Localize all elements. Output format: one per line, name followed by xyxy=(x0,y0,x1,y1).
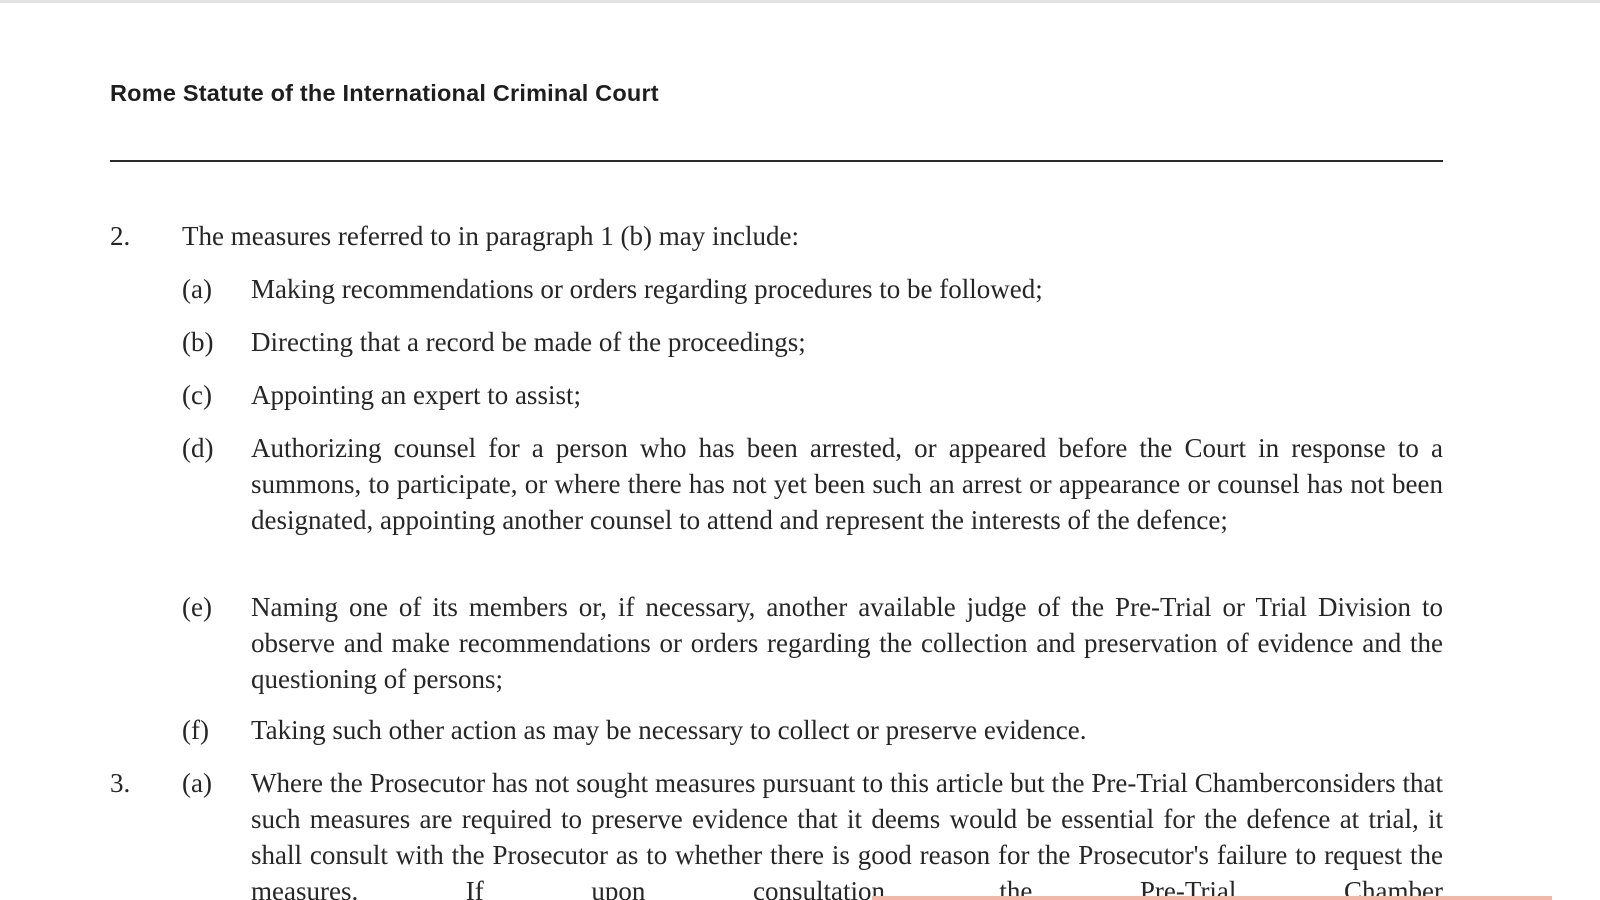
header-rule xyxy=(110,160,1443,162)
document-page: Rome Statute of the International Crimin… xyxy=(0,0,1600,900)
item-text: Where the Prosecutor has not sought meas… xyxy=(251,768,1443,900)
text-highlight xyxy=(872,896,1552,900)
paragraph-intro: The measures referred to in paragraph 1 … xyxy=(182,221,799,251)
item-text: Authorizing counsel for a person who has… xyxy=(251,433,1443,535)
running-header: Rome Statute of the International Crimin… xyxy=(110,80,659,106)
item-label: (c) xyxy=(182,380,212,410)
item-text: Directing that a record be made of the p… xyxy=(251,327,806,357)
item-text: Naming one of its members or, if necessa… xyxy=(251,592,1443,694)
item-label: (e) xyxy=(182,592,212,622)
item-label: (d) xyxy=(182,433,214,463)
item-text: Taking such other action as may be neces… xyxy=(251,715,1087,745)
item-text: Making recommendations or orders regardi… xyxy=(251,274,1043,304)
paragraph-number: 2. xyxy=(110,221,131,251)
item-label: (a) xyxy=(182,274,212,304)
item-label: (f) xyxy=(182,715,209,745)
item-text: Appointing an expert to assist; xyxy=(251,380,581,410)
paragraph-number: 3. xyxy=(110,768,131,798)
item-label: (b) xyxy=(182,327,214,357)
viewer-top-edge xyxy=(0,0,1600,3)
item-label: (a) xyxy=(182,768,212,798)
